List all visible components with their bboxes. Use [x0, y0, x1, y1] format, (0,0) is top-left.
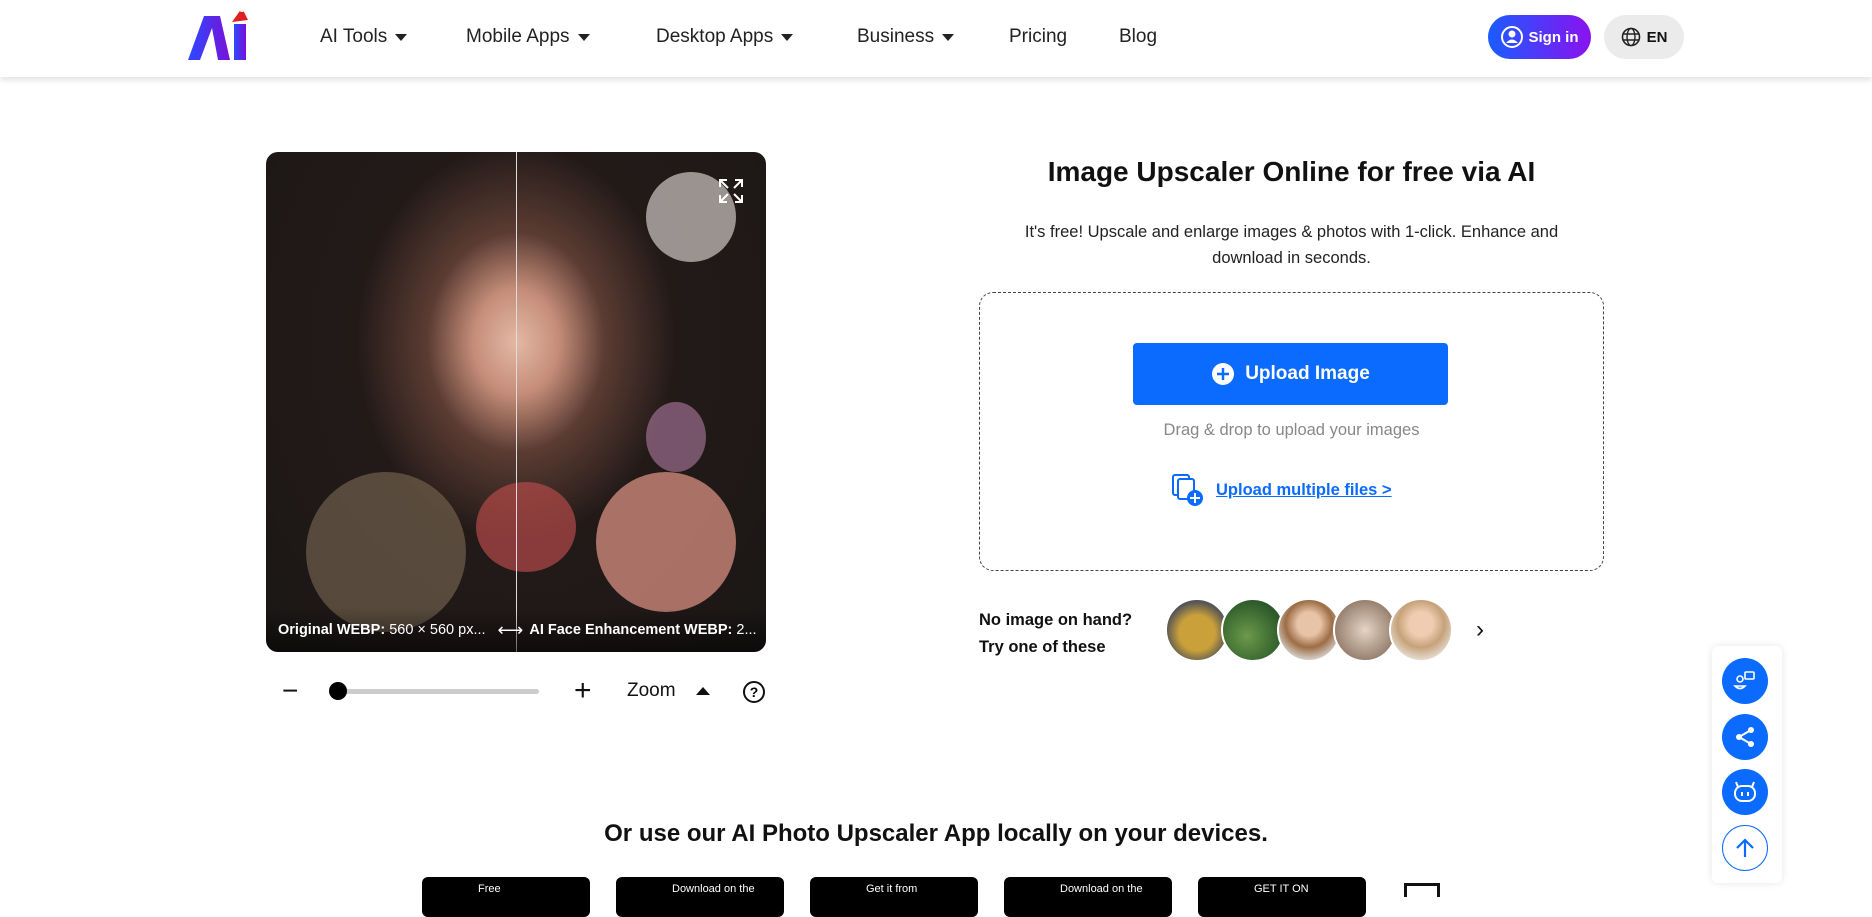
assistant-button[interactable]	[1722, 769, 1768, 815]
drag-drop-hint: Drag & drop to upload your images	[1163, 421, 1420, 439]
zoom-out-button[interactable]: −	[282, 675, 298, 706]
robot-icon	[1734, 781, 1756, 802]
logo[interactable]	[186, 6, 258, 62]
windows-store-button[interactable]: Free	[422, 877, 590, 917]
nav-mobile-apps[interactable]: Mobile Apps	[466, 26, 590, 48]
language-label: EN	[1646, 28, 1668, 46]
sample-image-woman[interactable]	[1389, 598, 1453, 662]
nav-blog[interactable]: Blog	[1119, 26, 1157, 48]
sample-image-family[interactable]	[1333, 598, 1397, 662]
globe-icon	[1621, 27, 1640, 47]
caret-down-icon	[395, 33, 408, 41]
caret-down-icon	[781, 33, 794, 41]
store-label: Get it from	[866, 883, 918, 895]
sample-prompt-line2: Try one of these	[979, 638, 1106, 656]
plus-circle-icon	[1212, 363, 1235, 385]
original-value: 560 × 560 px...	[389, 622, 486, 638]
svg-text:?: ?	[750, 684, 759, 700]
sample-images	[1165, 598, 1453, 662]
nav-label: Desktop Apps	[656, 26, 774, 47]
microsoft-store-button[interactable]: Get it from	[810, 877, 978, 917]
zoom-in-button[interactable]: +	[574, 674, 592, 707]
caret-down-icon	[577, 33, 590, 41]
store-label: GET IT ON	[1254, 883, 1309, 895]
fullscreen-icon[interactable]	[718, 178, 744, 204]
top-nav: AI Tools Mobile Apps Desktop Apps Busine…	[0, 0, 1872, 77]
sample-prompt-line1: No image on hand?	[979, 611, 1133, 629]
page-subtitle: It's free! Upscale and enlarge images & …	[1024, 223, 1559, 267]
enhanced-value: 2...	[736, 622, 757, 638]
sample-prompt: No image on hand? Try one of these	[979, 607, 1132, 661]
language-button[interactable]: EN	[1604, 15, 1684, 59]
nav-pricing[interactable]: Pricing	[1009, 26, 1067, 48]
compare-arrows-icon: ⟷	[497, 619, 524, 640]
original-label: Original WEBP:	[278, 622, 386, 638]
nav-ai-tools[interactable]: AI Tools	[320, 26, 408, 48]
zoom-toggle[interactable]: Zoom	[627, 676, 710, 706]
multiple-files-icon	[1172, 474, 1203, 506]
nav-business[interactable]: Business	[857, 26, 955, 48]
feedback-button[interactable]	[1722, 658, 1768, 704]
share-button[interactable]	[1722, 714, 1768, 760]
google-play-button[interactable]: GET IT ON	[1198, 877, 1366, 917]
upload-multiple-link[interactable]: Upload multiple files >	[1170, 472, 1392, 508]
nav-label: Business	[857, 26, 935, 47]
app-store-button[interactable]: Download on the	[1004, 877, 1172, 917]
store-label: Download on the	[672, 883, 755, 895]
chevron-right-icon[interactable]: ›	[1476, 616, 1484, 644]
upload-button-label: Upload Image	[1245, 363, 1370, 384]
nav-label: Pricing	[1009, 26, 1068, 47]
sample-image-girl[interactable]	[1277, 598, 1341, 662]
page-title: Image Upscaler Online for free via AI	[1047, 156, 1536, 187]
qr-code-icon[interactable]	[1404, 883, 1440, 897]
apps-heading: Or use our AI Photo Upscaler App locally…	[604, 820, 1268, 847]
sample-image-car[interactable]	[1165, 598, 1229, 662]
nav-label: Mobile Apps	[466, 26, 570, 47]
upload-image-button[interactable]: Upload Image	[1133, 343, 1448, 405]
upload-multiple-label: Upload multiple files >	[1216, 480, 1392, 499]
caret-down-icon	[942, 33, 955, 41]
zoom-slider-thumb[interactable]	[329, 682, 347, 700]
sign-in-label: Sign in	[1528, 28, 1579, 46]
compare-divider-handle[interactable]	[516, 152, 517, 652]
store-label: Download on the	[1060, 883, 1143, 895]
preview-caption: Original WEBP: 560 × 560 px... ⟷ AI Face…	[266, 608, 766, 652]
store-label: Free	[478, 883, 501, 895]
zoom-label: Zoom	[627, 680, 676, 701]
feedback-icon	[1733, 671, 1755, 690]
sign-in-button[interactable]: Sign in	[1488, 15, 1591, 59]
share-icon	[1736, 727, 1754, 747]
nav-label: Blog	[1119, 26, 1158, 47]
mac-app-store-button[interactable]: Download on the	[616, 877, 784, 917]
nav-desktop-apps[interactable]: Desktop Apps	[656, 26, 794, 48]
sample-image-landscape[interactable]	[1221, 598, 1285, 662]
before-after-preview[interactable]: Original WEBP: 560 × 560 px... ⟷ AI Face…	[266, 152, 766, 652]
help-icon[interactable]: ?	[742, 680, 766, 704]
caret-up-icon	[695, 687, 710, 695]
enhanced-label: AI Face Enhancement WEBP:	[529, 622, 733, 638]
zoom-slider[interactable]	[336, 689, 539, 694]
nav-label: AI Tools	[320, 26, 388, 47]
user-icon	[1500, 26, 1523, 48]
